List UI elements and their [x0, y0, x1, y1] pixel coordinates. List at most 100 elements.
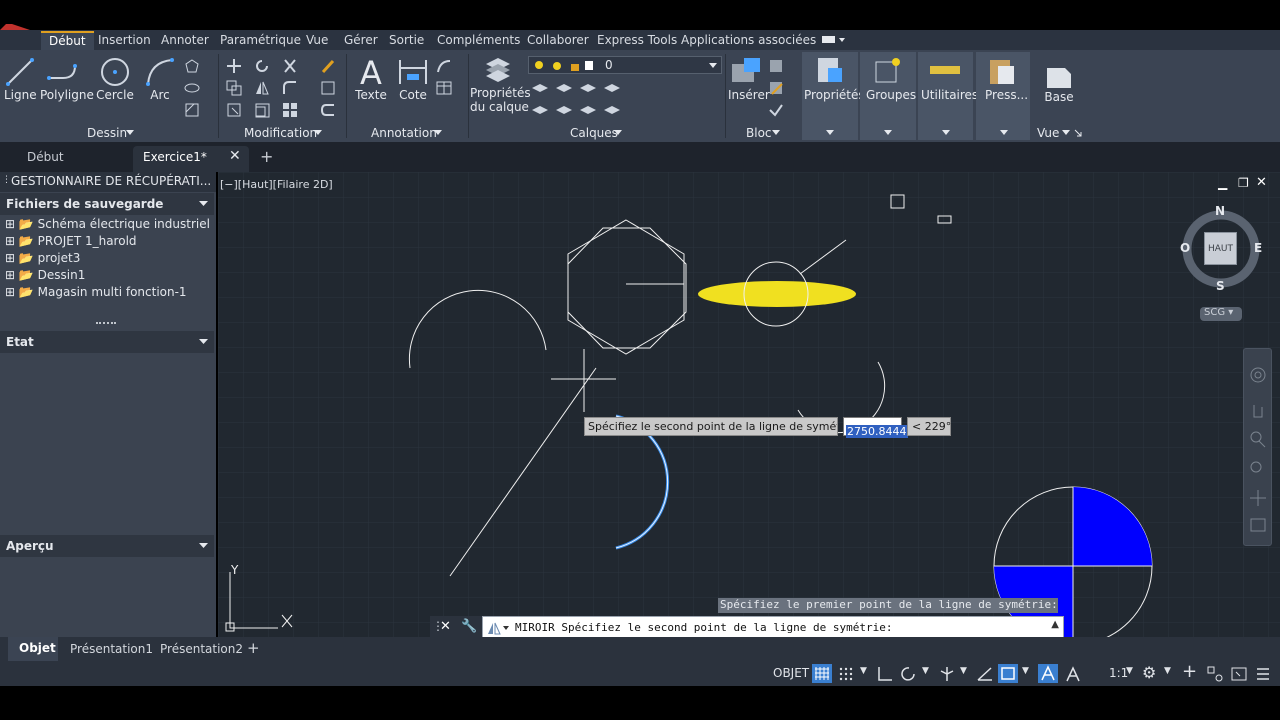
viewcube-top-face[interactable]: HAUT [1204, 232, 1237, 265]
hatch-icon[interactable] [184, 102, 200, 118]
polygon-icon[interactable] [184, 58, 200, 74]
rotate-icon[interactable] [254, 58, 270, 74]
list-item[interactable]: ⊞ 📂 projet3 [5, 251, 80, 265]
tab-applications-associees[interactable]: Applications associées [681, 33, 816, 47]
move-icon[interactable] [226, 58, 242, 74]
panel-annotation[interactable]: Annotation [371, 126, 437, 140]
expand-plus-icon[interactable]: ⊞ [5, 234, 15, 248]
section-apercu[interactable]: Aperçu [0, 535, 214, 557]
ortho-icon[interactable] [876, 665, 894, 683]
expand-plus-icon[interactable]: ⊞ [5, 285, 15, 299]
list-item[interactable]: ⊞ 📂 PROJET 1_harold [5, 234, 137, 248]
tab-gerer[interactable]: Gérer [344, 33, 378, 47]
panel-modification[interactable]: Modification [244, 126, 317, 140]
expand-plus-icon[interactable]: ⊞ [5, 268, 15, 282]
scale-icon[interactable] [254, 102, 270, 118]
close-command-icon[interactable]: ✕ [440, 619, 451, 634]
add-layout-plus-icon[interactable]: + [247, 639, 260, 657]
drawing-canvas[interactable] [218, 172, 1280, 637]
plus-icon[interactable]: + [1182, 661, 1197, 682]
cote-button[interactable]: Cote [394, 56, 432, 102]
copy-icon[interactable] [226, 80, 242, 96]
offset-icon[interactable] [320, 102, 336, 118]
ellipse-icon[interactable] [184, 80, 200, 96]
expand-plus-icon[interactable]: ⊞ [5, 251, 15, 265]
panel-dessin[interactable]: Dessin [87, 126, 127, 140]
list-item[interactable]: ⊞ 📂 Dessin1 [5, 268, 85, 282]
tab-annoter[interactable]: Annoter [161, 33, 209, 47]
attribute-icon[interactable] [768, 102, 784, 118]
stretch-icon[interactable] [226, 102, 242, 118]
fullscreen-icon[interactable] [1230, 665, 1248, 683]
edit-block-icon[interactable] [768, 80, 784, 96]
chevron-down-icon[interactable]: ▼ [960, 666, 967, 676]
isolate-objects-icon[interactable] [1206, 665, 1224, 683]
close-viewport-icon[interactable]: ✕ [1256, 175, 1267, 190]
dessin-expand-icon[interactable] [126, 130, 134, 136]
inserer-button[interactable]: Insérer [728, 56, 770, 102]
ucs-menu[interactable]: SCG ▾ [1200, 307, 1242, 321]
object-snap-tracking-icon[interactable] [976, 665, 994, 683]
minimize-icon[interactable]: ▁ [1218, 176, 1227, 190]
expand-plus-icon[interactable]: ⊞ [5, 217, 15, 231]
annotation-expand-icon[interactable] [434, 130, 442, 136]
tab-parametrique[interactable]: Paramétrique [220, 33, 301, 47]
resize-grip-icon[interactable] [96, 322, 116, 325]
doc-tab-debut[interactable]: Début [27, 150, 64, 164]
modification-expand-icon[interactable] [314, 130, 322, 136]
create-block-icon[interactable] [768, 58, 784, 74]
restore-icon[interactable]: ❐ [1238, 176, 1249, 190]
chevron-down-icon[interactable]: ▼ [1126, 666, 1133, 676]
cercle-button[interactable]: Cercle [96, 56, 134, 102]
tab-presentation1[interactable]: Présentation1 [70, 642, 153, 656]
panel-grip-icon[interactable]: ⋮ [2, 175, 11, 185]
compass-e[interactable]: E [1254, 241, 1262, 255]
viewport-controls[interactable]: [−][Haut][Filaire 2D] [220, 178, 333, 191]
length-input[interactable]: 2750.8444 [843, 417, 908, 438]
grid-toggle[interactable] [812, 664, 832, 683]
chevron-up-icon[interactable]: ▲ [1051, 619, 1059, 630]
proprietes-panel[interactable]: Propriétés [802, 52, 865, 140]
groupes-panel[interactable]: Groupes [860, 52, 916, 140]
vue-expand-icon[interactable] [1062, 130, 1070, 136]
viewcube[interactable]: HAUT N S E O [1180, 204, 1262, 293]
tab-options-icon[interactable] [822, 35, 846, 45]
customize-menu-icon[interactable] [1254, 665, 1272, 683]
new-tab-plus-icon[interactable]: + [260, 147, 273, 166]
chevron-down-icon[interactable]: ▼ [860, 666, 867, 676]
compass-o[interactable]: O [1180, 241, 1190, 255]
calques-expand-icon[interactable] [614, 130, 622, 136]
tab-complements[interactable]: Compléments [437, 33, 520, 47]
snap-icon[interactable] [838, 666, 854, 682]
tab-collaborer[interactable]: Collaborer [527, 33, 589, 47]
tab-objet[interactable]: Objet [8, 637, 58, 661]
model-space-toggle[interactable]: OBJET [773, 666, 809, 680]
table-icon[interactable] [436, 80, 452, 96]
osnap-toggle[interactable] [998, 664, 1018, 683]
close-icon[interactable]: ✕ [229, 148, 241, 164]
list-item[interactable]: ⊞ 📂 Schéma électrique industriel [5, 217, 210, 231]
chevron-down-icon[interactable]: ▼ [922, 666, 929, 676]
proprietes-calque-button[interactable]: Propriétés du calque [470, 54, 531, 114]
yellow-ellipse[interactable] [698, 281, 856, 307]
layer-dropdown[interactable]: 0 [528, 56, 722, 74]
erase-icon[interactable] [320, 58, 336, 74]
panel-calques[interactable]: Calques [570, 126, 618, 140]
isodraft-icon[interactable] [938, 665, 956, 683]
trim-icon[interactable] [282, 58, 298, 74]
wrench-icon[interactable]: 🔧 [461, 619, 477, 634]
annotation-visibility-toggle[interactable] [1038, 664, 1058, 683]
tab-debut[interactable]: Début [41, 31, 94, 50]
base-button[interactable]: Base [1040, 62, 1078, 104]
arc-button[interactable]: Arc [142, 56, 178, 102]
presse-papiers-panel[interactable]: Press... [976, 52, 1030, 140]
drawing-area[interactable]: [−][Haut][Filaire 2D] Y ▁ ❐ ✕ HAUT N S E… [218, 172, 1280, 640]
ligne-button[interactable]: Ligne [4, 56, 37, 102]
chevron-down-icon[interactable]: ▼ [1164, 666, 1171, 676]
section-etat[interactable]: Etat [0, 331, 214, 353]
tab-express-tools[interactable]: Express Tools [597, 33, 677, 47]
utilitaires-panel[interactable]: Utilitaires [918, 52, 978, 140]
texte-button[interactable]: A Texte [352, 54, 390, 102]
nav-tools-icons[interactable] [1249, 365, 1267, 535]
auto-scale-icon[interactable] [1064, 665, 1082, 683]
